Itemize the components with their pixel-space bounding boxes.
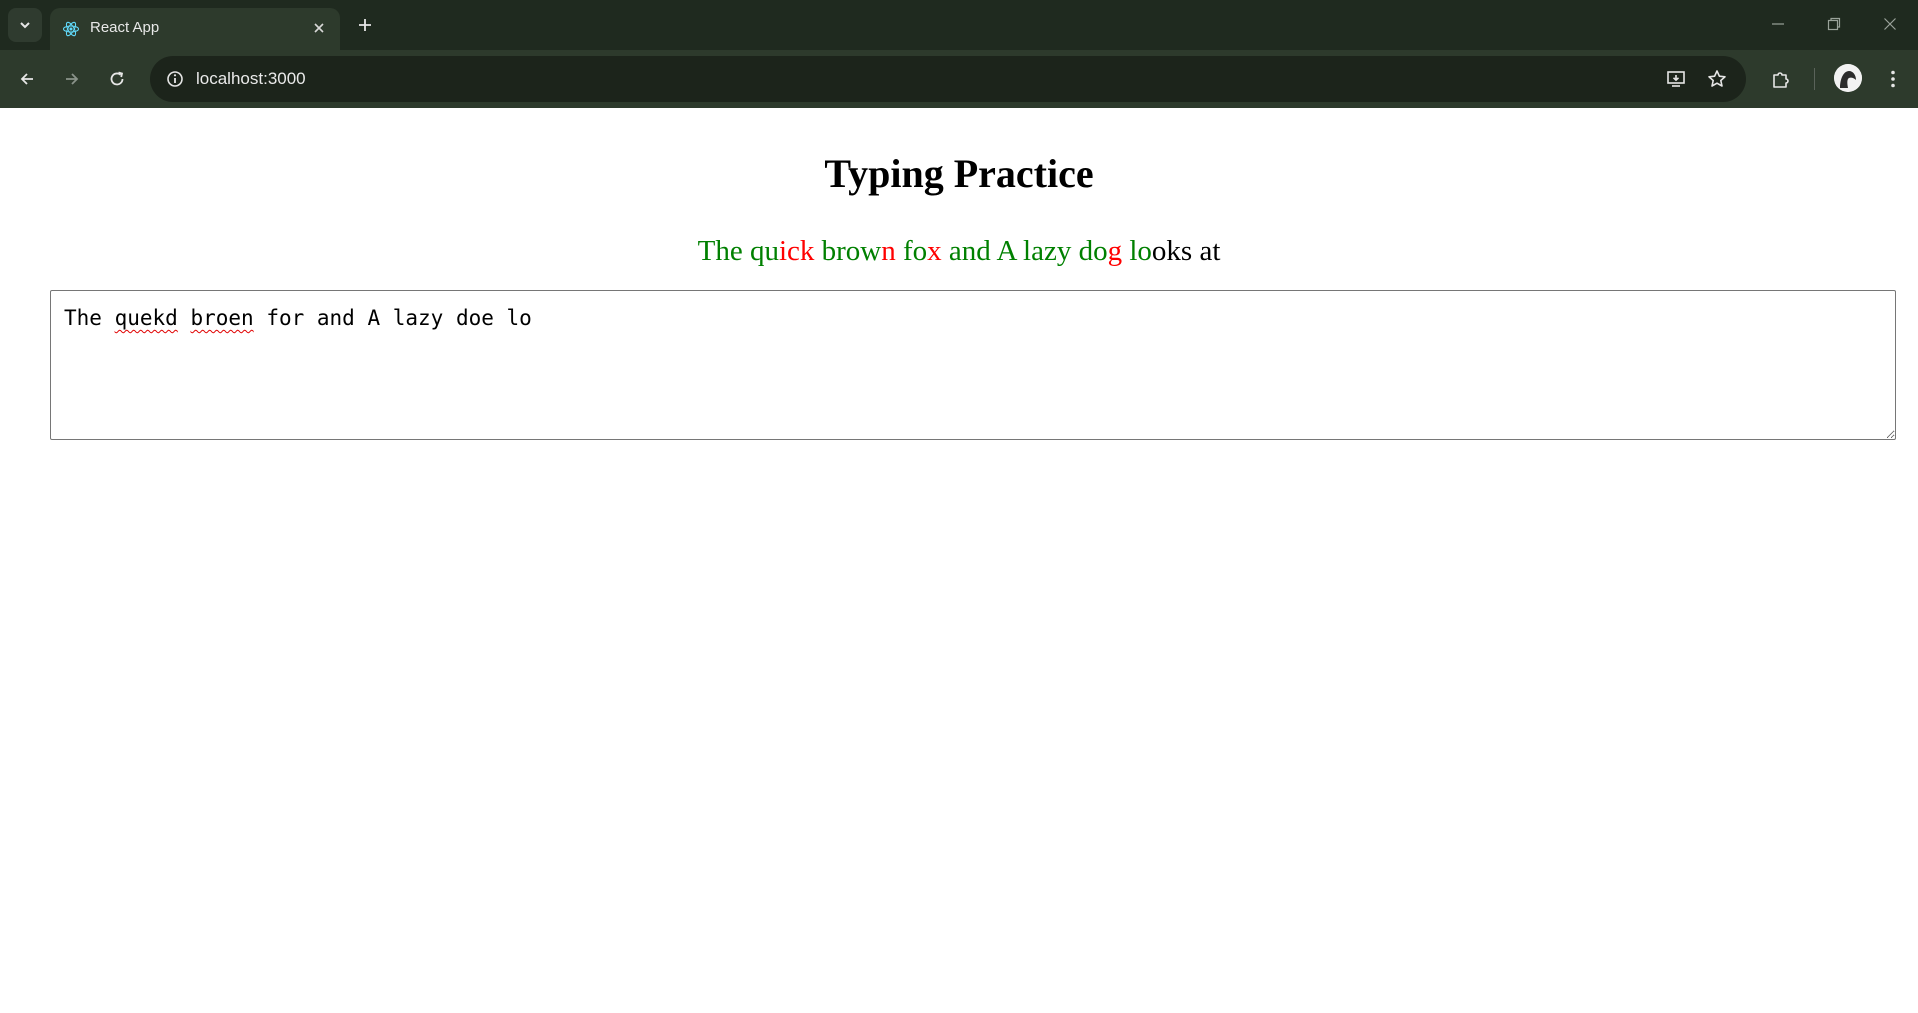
react-logo-icon: [62, 21, 80, 37]
target-segment-correct: lo: [1122, 235, 1152, 267]
browser-menu-button[interactable]: [1876, 62, 1910, 96]
target-segment-incorrect: ick: [778, 235, 815, 267]
extensions-button[interactable]: [1764, 62, 1798, 96]
info-icon: [167, 71, 183, 87]
plus-icon: [359, 19, 371, 31]
avatar[interactable]: [1834, 64, 1862, 92]
profile-icon: [1834, 64, 1862, 92]
chevron-down-icon: [20, 22, 30, 29]
restore-icon: [1827, 17, 1841, 31]
new-tab-button[interactable]: [350, 10, 380, 40]
target-segment-pending: oks at: [1151, 235, 1221, 267]
back-button[interactable]: [10, 62, 44, 96]
target-segment-incorrect: x: [927, 235, 942, 267]
reload-icon: [110, 71, 124, 86]
arrow-right-icon: [66, 73, 79, 85]
star-icon: [1708, 70, 1726, 87]
puzzle-icon: [1773, 72, 1789, 88]
target-segment-incorrect: n: [881, 235, 896, 267]
bookmark-button[interactable]: [1702, 64, 1732, 94]
target-segment-incorrect: g: [1107, 235, 1123, 267]
close-icon: [1884, 18, 1896, 30]
install-icon: [1667, 71, 1685, 87]
target-segment-correct: and A lazy do: [941, 235, 1108, 267]
restore-button[interactable]: [1812, 6, 1856, 42]
tab-react-app[interactable]: React App: [50, 8, 340, 50]
target-sentence: The quick brown fox and A lazy dog looks…: [0, 235, 1918, 268]
address-bar[interactable]: localhost:3000: [150, 56, 1746, 102]
forward-button[interactable]: [55, 62, 89, 96]
tab-search-button[interactable]: [8, 8, 42, 42]
close-window-button[interactable]: [1868, 6, 1912, 42]
target-segment-correct: fo: [895, 235, 928, 267]
kebab-menu-icon: [1891, 70, 1895, 88]
target-segment-correct: The qu: [697, 235, 779, 267]
page-title: Typing Practice: [824, 151, 1094, 196]
page-content: Typing Practice The quick brown fox and …: [0, 108, 1918, 1013]
minimize-icon: [1772, 23, 1784, 25]
toolbar-divider: [1814, 68, 1815, 90]
tab-title: React App: [90, 19, 160, 36]
tab-close-button[interactable]: [308, 17, 330, 39]
typing-input[interactable]: [50, 290, 1896, 440]
reload-button[interactable]: [100, 62, 134, 96]
target-segment-correct: brow: [814, 235, 882, 267]
install-app-button[interactable]: [1661, 64, 1691, 94]
arrow-left-icon: [20, 73, 33, 85]
close-icon: [314, 23, 324, 33]
tab-strip: React App: [0, 0, 1918, 50]
minimize-button[interactable]: [1756, 6, 1800, 42]
browser-toolbar: localhost:3000: [0, 50, 1918, 108]
url-text[interactable]: localhost:3000: [196, 69, 306, 89]
site-info-button[interactable]: [160, 64, 190, 94]
